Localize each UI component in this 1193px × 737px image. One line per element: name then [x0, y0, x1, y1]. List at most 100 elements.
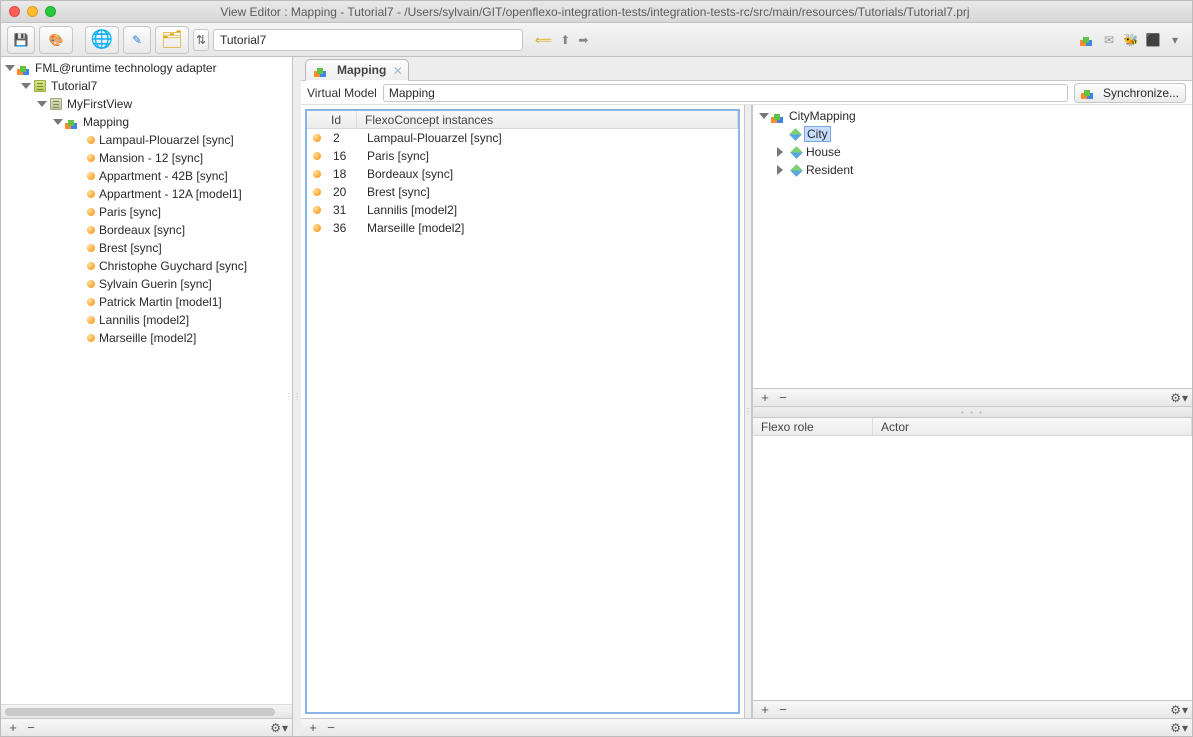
- close-window-button[interactable]: [9, 6, 20, 17]
- add-button[interactable]: +: [305, 721, 321, 735]
- roles-header-actor[interactable]: Actor: [873, 418, 1192, 435]
- table-row[interactable]: 18Bordeaux [sync]: [307, 165, 738, 183]
- tree-concept-item[interactable]: Resident: [753, 161, 1192, 179]
- main-toolbar: 💾 🎨 🌐 ✎ 🗂 ⇅ Tutorial7 ⟸ ⬆ ➡ ✉ 🐝 ⬛ ▾: [1, 23, 1192, 57]
- zoom-window-button[interactable]: [45, 6, 56, 17]
- mail-icon[interactable]: ✉: [1102, 33, 1116, 47]
- nav-arrows: ⟸ ⬆ ➡: [535, 33, 588, 47]
- gear-menu-button[interactable]: ⚙▾: [270, 721, 288, 735]
- concepts-tree[interactable]: CityMapping CityHouseResident: [753, 105, 1192, 388]
- bee-icon[interactable]: 🐝: [1124, 33, 1138, 47]
- toolbar-edit-button[interactable]: ✎: [123, 26, 151, 54]
- tree-concept-item[interactable]: House: [753, 143, 1192, 161]
- add-button[interactable]: +: [757, 703, 773, 717]
- address-field[interactable]: Tutorial7: [213, 29, 523, 51]
- tree-instance-item[interactable]: Bordeaux [sync]: [1, 221, 292, 239]
- nav-forward-button[interactable]: ➡: [578, 33, 588, 47]
- gear-menu-button[interactable]: ⚙▾: [1170, 391, 1188, 405]
- horizontal-scrollbar[interactable]: [1, 704, 292, 718]
- cubes-icon[interactable]: [1080, 33, 1094, 47]
- remove-button[interactable]: −: [775, 703, 791, 717]
- tree-instance-item[interactable]: Lannilis [model2]: [1, 311, 292, 329]
- content-area: FML@runtime technology adapter Tutorial7…: [1, 57, 1192, 736]
- tab-mapping[interactable]: Mapping ✕: [305, 59, 409, 81]
- disclosure-icon[interactable]: [37, 101, 47, 107]
- tree-instance-item[interactable]: Appartment - 42B [sync]: [1, 167, 292, 185]
- tree-instance-item[interactable]: Brest [sync]: [1, 239, 292, 257]
- remove-button[interactable]: −: [23, 721, 39, 735]
- nav-back-button[interactable]: ⟸: [535, 33, 552, 47]
- disclosure-icon[interactable]: [777, 165, 788, 175]
- concept-icon: [790, 146, 802, 158]
- cell-id: 16: [325, 149, 359, 163]
- perspective-icon[interactable]: ⬛: [1146, 33, 1160, 47]
- gear-icon: ⚙: [270, 721, 281, 735]
- disclosure-icon[interactable]: [53, 119, 63, 125]
- toolbar-save-button[interactable]: 💾: [7, 26, 35, 54]
- table-row[interactable]: 16Paris [sync]: [307, 147, 738, 165]
- instance-icon: [87, 280, 95, 288]
- nav-up-button[interactable]: ⬆: [560, 33, 570, 47]
- gear-menu-button[interactable]: ⚙▾: [1170, 703, 1188, 717]
- disclosure-icon[interactable]: [21, 83, 31, 89]
- tree-instance-item[interactable]: Lampaul-Plouarzel [sync]: [1, 131, 292, 149]
- cubes-icon: [771, 109, 785, 123]
- gear-menu-button[interactable]: ⚙▾: [1170, 721, 1188, 735]
- table-row[interactable]: 31Lannilis [model2]: [307, 201, 738, 219]
- tree-project[interactable]: Tutorial7: [1, 77, 292, 95]
- disclosure-icon[interactable]: [777, 147, 788, 157]
- instance-icon: [87, 244, 95, 252]
- virtual-model-field[interactable]: Mapping: [383, 84, 1068, 102]
- instances-table[interactable]: Id FlexoConcept instances 2Lampaul-Ploua…: [305, 109, 740, 714]
- tree-instance-item[interactable]: Paris [sync]: [1, 203, 292, 221]
- table-row[interactable]: 2Lampaul-Plouarzel [sync]: [307, 129, 738, 147]
- horizontal-splitter[interactable]: [753, 406, 1192, 418]
- cell-id: 31: [325, 203, 359, 217]
- table-header-id[interactable]: Id: [323, 111, 357, 128]
- vertical-splitter[interactable]: [293, 57, 301, 736]
- chevron-up-down-icon: ⇅: [196, 33, 206, 47]
- disclosure-icon[interactable]: [5, 65, 15, 71]
- chevron-down-icon: ▾: [1182, 391, 1188, 405]
- tree-instance-item[interactable]: Marseille [model2]: [1, 329, 292, 347]
- roles-table-header: Flexo role Actor: [753, 418, 1192, 436]
- tab-close-button[interactable]: ✕: [391, 64, 404, 77]
- toolbar-palette-button[interactable]: 🎨: [39, 26, 73, 54]
- instance-icon: [313, 224, 321, 232]
- tree-instance-item[interactable]: Sylvain Guerin [sync]: [1, 275, 292, 293]
- tree-view[interactable]: MyFirstView: [1, 95, 292, 113]
- table-header-flexoconcept[interactable]: FlexoConcept instances: [357, 111, 738, 128]
- instance-icon: [87, 172, 95, 180]
- tree-concept-item[interactable]: City: [753, 125, 1192, 143]
- palette-icon: 🎨: [49, 33, 64, 47]
- roles-header-role[interactable]: Flexo role: [753, 418, 873, 435]
- tree-instance-item[interactable]: Christophe Guychard [sync]: [1, 257, 292, 275]
- tree-mapping[interactable]: Mapping: [1, 113, 292, 131]
- tree-citymapping[interactable]: CityMapping: [753, 107, 1192, 125]
- toolbar-menu-button[interactable]: ▾: [1168, 33, 1182, 47]
- browser-tree[interactable]: FML@runtime technology adapter Tutorial7…: [1, 57, 292, 704]
- tree-root[interactable]: FML@runtime technology adapter: [1, 59, 292, 77]
- cell-id: 20: [325, 185, 359, 199]
- vertical-splitter[interactable]: [744, 105, 752, 718]
- table-row[interactable]: 36Marseille [model2]: [307, 219, 738, 237]
- tree-instance-item[interactable]: Patrick Martin [model1]: [1, 293, 292, 311]
- remove-button[interactable]: −: [775, 391, 791, 405]
- remove-button[interactable]: −: [323, 721, 339, 735]
- toolbar-files-button[interactable]: 🗂: [155, 26, 189, 54]
- synchronize-button[interactable]: Synchronize...: [1074, 83, 1186, 103]
- tree-instance-item[interactable]: Appartment - 12A [model1]: [1, 185, 292, 203]
- scrollbar-thumb[interactable]: [5, 708, 275, 716]
- table-row[interactable]: 20Brest [sync]: [307, 183, 738, 201]
- minimize-window-button[interactable]: [27, 6, 38, 17]
- tree-label: Patrick Martin [model1]: [99, 295, 222, 309]
- view-icon: [49, 97, 63, 111]
- address-mode-button[interactable]: ⇅: [193, 29, 209, 51]
- disclosure-icon[interactable]: [759, 113, 769, 119]
- add-button[interactable]: +: [757, 391, 773, 405]
- toolbar-globe-button[interactable]: 🌐: [85, 26, 119, 54]
- tree-instance-item[interactable]: Mansion - 12 [sync]: [1, 149, 292, 167]
- add-button[interactable]: +: [5, 721, 21, 735]
- instance-icon: [87, 262, 95, 270]
- tree-label: Mapping: [83, 115, 129, 129]
